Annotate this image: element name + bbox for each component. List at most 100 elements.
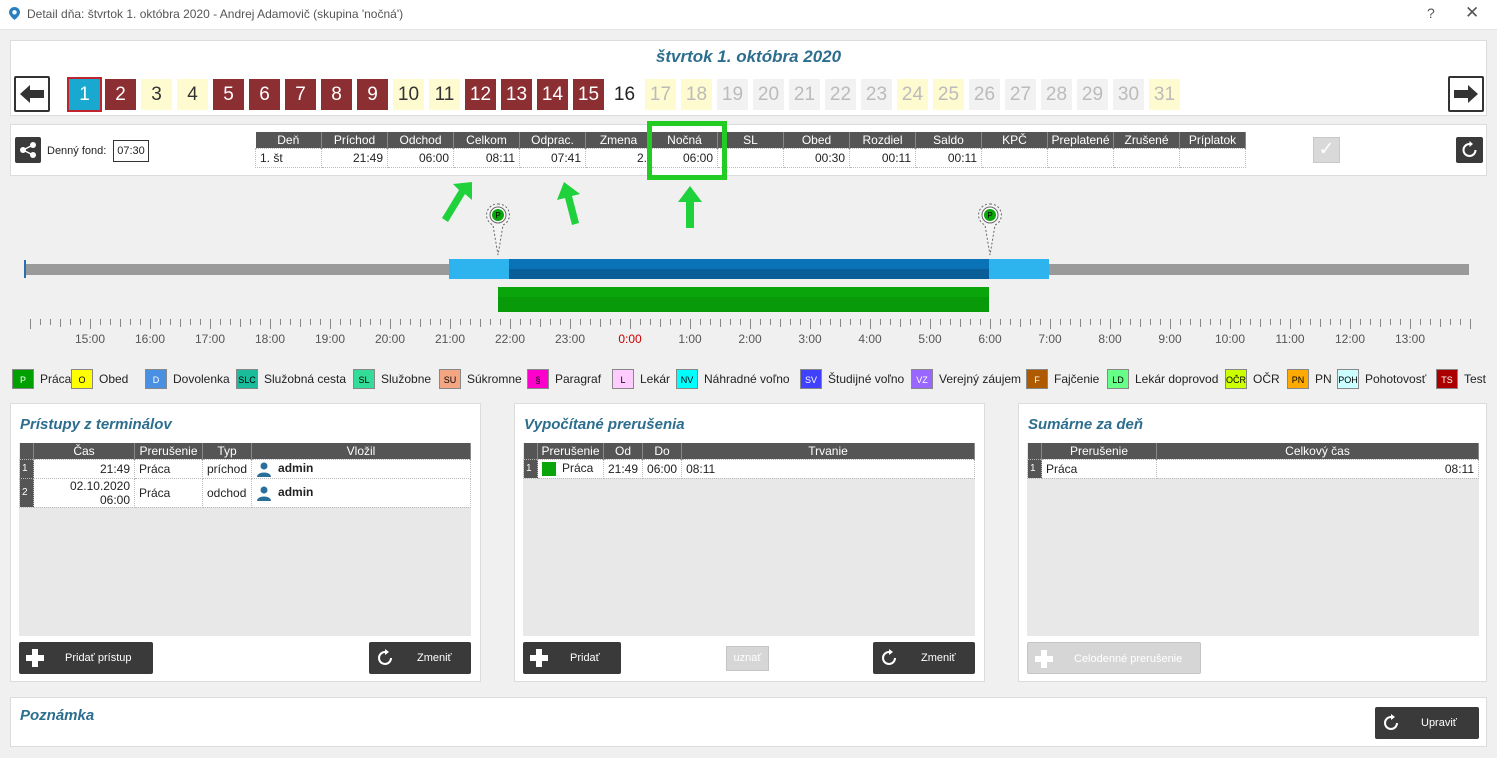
timeline-tick bbox=[1250, 319, 1251, 325]
timeline-tick bbox=[280, 319, 281, 325]
row-number: 1 bbox=[1027, 458, 1042, 479]
timeline-tick bbox=[250, 319, 251, 325]
day-button[interactable]: 9 bbox=[357, 79, 388, 110]
full-day-break-button[interactable]: Celodenné prerušenie bbox=[1027, 642, 1201, 674]
day-button[interactable]: 16 bbox=[609, 79, 640, 110]
day-button[interactable]: 24 bbox=[897, 79, 928, 110]
day-button[interactable]: 15 bbox=[573, 79, 604, 110]
timeline-tick bbox=[80, 319, 81, 325]
day-button[interactable]: 7 bbox=[285, 79, 316, 110]
access-direction: príchod bbox=[201, 458, 253, 479]
day-button[interactable]: 21 bbox=[789, 79, 820, 110]
day-button[interactable]: 30 bbox=[1113, 79, 1144, 110]
timeline-tick bbox=[50, 319, 51, 325]
row-number: 2 bbox=[19, 477, 34, 508]
summary-header: Obed bbox=[783, 132, 850, 148]
day-button[interactable]: 17 bbox=[645, 79, 676, 110]
legend-item: POH Pohotovosť bbox=[1337, 369, 1426, 389]
user-icon bbox=[257, 462, 272, 477]
add-access-button[interactable]: Pridať prístup bbox=[19, 642, 153, 674]
next-day-button[interactable] bbox=[1448, 76, 1484, 112]
day-button[interactable]: 11 bbox=[429, 79, 460, 110]
timeline-tick bbox=[900, 319, 901, 327]
legend-item: L Lekár bbox=[612, 369, 670, 389]
day-button[interactable]: 12 bbox=[465, 79, 496, 110]
timeline-tick bbox=[1090, 319, 1091, 325]
prev-day-button[interactable] bbox=[14, 76, 50, 112]
legend-swatch: LD bbox=[1107, 369, 1129, 389]
day-button[interactable]: 1 bbox=[67, 77, 102, 112]
help-button[interactable]: ? bbox=[1427, 5, 1435, 21]
edit-note-button[interactable]: Upraviť bbox=[1375, 707, 1479, 739]
timeline-hour-label: 22:00 bbox=[494, 332, 526, 346]
timeline-hour-label: 15:00 bbox=[74, 332, 106, 346]
change-break-button[interactable]: Zmeniť bbox=[873, 642, 975, 674]
day-button[interactable]: 18 bbox=[681, 79, 712, 110]
timeline-tick bbox=[140, 319, 141, 325]
day-button[interactable]: 20 bbox=[753, 79, 784, 110]
day-button[interactable]: 14 bbox=[537, 79, 568, 110]
summary-header: Odchod bbox=[387, 132, 454, 148]
break-type: Práca bbox=[537, 458, 604, 479]
timeline-tick bbox=[1130, 319, 1131, 325]
table-row[interactable]: 1 Práca 21:49 06:00 08:11 bbox=[523, 458, 975, 479]
legend-label: Služobná cesta bbox=[264, 372, 347, 386]
day-button[interactable]: 13 bbox=[501, 79, 532, 110]
day-button[interactable]: 23 bbox=[861, 79, 892, 110]
day-button[interactable]: 19 bbox=[717, 79, 748, 110]
day-button[interactable]: 25 bbox=[933, 79, 964, 110]
break-type-label: Práca bbox=[562, 461, 594, 476]
timeline-tick bbox=[1380, 319, 1381, 327]
add-break-button[interactable]: Pridať bbox=[523, 642, 621, 674]
row-number: 1 bbox=[523, 458, 538, 479]
grid-header: Vložil bbox=[251, 443, 471, 459]
day-button[interactable]: 26 bbox=[969, 79, 1000, 110]
timeline-tick bbox=[310, 319, 311, 325]
day-button[interactable]: 5 bbox=[213, 79, 244, 110]
day-button[interactable]: 28 bbox=[1041, 79, 1072, 110]
table-row[interactable]: 2 02.10.2020 06:00 Práca odchod admin bbox=[19, 477, 471, 508]
table-row[interactable]: 1 Práca 08:11 bbox=[1027, 458, 1479, 479]
timeline-tick bbox=[1230, 319, 1231, 329]
day-button[interactable]: 8 bbox=[321, 79, 352, 110]
add-break-label: Pridať bbox=[570, 652, 600, 664]
computed-table: Prerušenie Od Do Trvanie 1 Práca 21:49 06:00 08… bbox=[523, 443, 975, 479]
grid-header: Typ bbox=[202, 443, 253, 459]
day-button[interactable]: 31 bbox=[1149, 79, 1180, 110]
timeline-tick bbox=[1280, 319, 1281, 325]
fund-value[interactable]: 07:30 bbox=[113, 140, 149, 162]
note-panel bbox=[10, 697, 1487, 747]
approve-button[interactable]: ✓ bbox=[1313, 137, 1340, 163]
summary-cell bbox=[1113, 147, 1180, 168]
legend-swatch: D bbox=[145, 369, 167, 389]
day-button[interactable]: 4 bbox=[177, 79, 208, 110]
day-button[interactable]: 2 bbox=[105, 79, 136, 110]
table-row[interactable]: 1 21:49 Práca príchod admin bbox=[19, 458, 471, 479]
change-access-button[interactable]: Zmeniť bbox=[369, 642, 471, 674]
fund-button[interactable] bbox=[15, 137, 41, 163]
legend-swatch: L bbox=[612, 369, 634, 389]
timeline-tick bbox=[90, 319, 91, 329]
refresh-button[interactable] bbox=[1456, 137, 1483, 163]
recognize-button[interactable]: uznať bbox=[726, 646, 769, 671]
timeline-hour-label: 16:00 bbox=[134, 332, 166, 346]
legend-swatch: O bbox=[71, 369, 93, 389]
day-button[interactable]: 22 bbox=[825, 79, 856, 110]
timeline-tick bbox=[200, 319, 201, 325]
timeline-tick bbox=[1140, 319, 1141, 327]
timeline-tick bbox=[1340, 319, 1341, 325]
timeline-tick bbox=[690, 319, 691, 329]
timeline-tick bbox=[970, 319, 971, 325]
legend-label: Dovolenka bbox=[173, 372, 230, 386]
timeline-tick bbox=[440, 319, 441, 325]
totals-title: Sumárne za deň bbox=[1028, 416, 1144, 433]
day-button[interactable]: 29 bbox=[1077, 79, 1108, 110]
summary-header: Saldo bbox=[915, 132, 982, 148]
timeline-tick bbox=[1410, 319, 1411, 329]
day-button[interactable]: 27 bbox=[1005, 79, 1036, 110]
day-button[interactable]: 6 bbox=[249, 79, 280, 110]
close-button[interactable]: ✕ bbox=[1465, 3, 1479, 23]
day-button[interactable]: 3 bbox=[141, 79, 172, 110]
day-button[interactable]: 10 bbox=[393, 79, 424, 110]
row-number-header bbox=[19, 443, 34, 459]
